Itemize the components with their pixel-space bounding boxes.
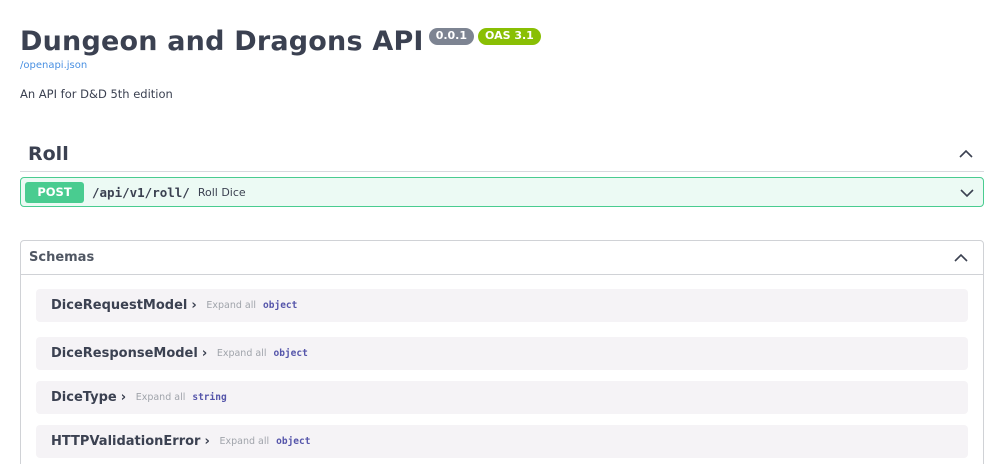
tag-header-roll[interactable]: Roll	[20, 136, 984, 172]
expand-all-button[interactable]: Expand all	[219, 436, 269, 447]
model-row[interactable]: HTTPValidationError › Expand all object	[36, 425, 968, 458]
title-row: Dungeon and Dragons API 0.0.1 OAS 3.1	[20, 24, 980, 60]
method-badge: POST	[25, 181, 84, 203]
chevron-down-icon[interactable]	[959, 185, 975, 201]
api-description: An API for D&D 5th edition	[20, 87, 173, 101]
tag-section-roll: Roll POST /api/v1/roll/ Roll Dice	[20, 136, 984, 207]
chevron-right-icon[interactable]: ›	[202, 346, 214, 361]
chevron-right-icon[interactable]: ›	[121, 390, 133, 405]
page-title: Dungeon and Dragons API	[20, 26, 424, 57]
tag-name: Roll	[28, 142, 69, 165]
model-name[interactable]: DiceRequestModel	[51, 298, 187, 313]
chevron-up-icon[interactable]	[958, 146, 974, 162]
model-row[interactable]: DiceRequestModel › Expand all object	[36, 289, 968, 322]
expand-all-button[interactable]: Expand all	[217, 348, 267, 359]
expand-all-button[interactable]: Expand all	[206, 300, 256, 311]
model-name[interactable]: HTTPValidationError	[51, 434, 200, 449]
model-type: object	[276, 436, 311, 447]
model-row[interactable]: DiceResponseModel › Expand all object	[36, 337, 968, 370]
model-type: object	[273, 348, 308, 359]
model-name[interactable]: DiceType	[51, 390, 117, 405]
expand-all-button[interactable]: Expand all	[136, 392, 186, 403]
operation-post-roll[interactable]: POST /api/v1/roll/ Roll Dice	[20, 177, 984, 207]
chevron-right-icon[interactable]: ›	[191, 298, 203, 313]
version-badge: 0.0.1	[428, 28, 475, 45]
schemas-title: Schemas	[29, 250, 95, 265]
model-name[interactable]: DiceResponseModel	[51, 346, 198, 361]
operation-path: /api/v1/roll/	[92, 184, 190, 200]
model-type: object	[263, 300, 298, 311]
operation-summary: Roll Dice	[197, 185, 246, 199]
chevron-up-icon[interactable]	[953, 250, 969, 266]
openapi-json-link[interactable]: /openapi.json	[20, 60, 980, 72]
model-row[interactable]: DiceType › Expand all string	[36, 381, 968, 414]
schemas-section: Schemas DiceRequestModel › Expand all ob…	[20, 240, 984, 464]
oas-badge: OAS 3.1	[478, 28, 541, 45]
api-info: Dungeon and Dragons API 0.0.1 OAS 3.1 /o…	[20, 24, 980, 101]
model-type: string	[192, 392, 227, 403]
chevron-right-icon[interactable]: ›	[204, 434, 216, 449]
schemas-header[interactable]: Schemas	[21, 241, 983, 275]
